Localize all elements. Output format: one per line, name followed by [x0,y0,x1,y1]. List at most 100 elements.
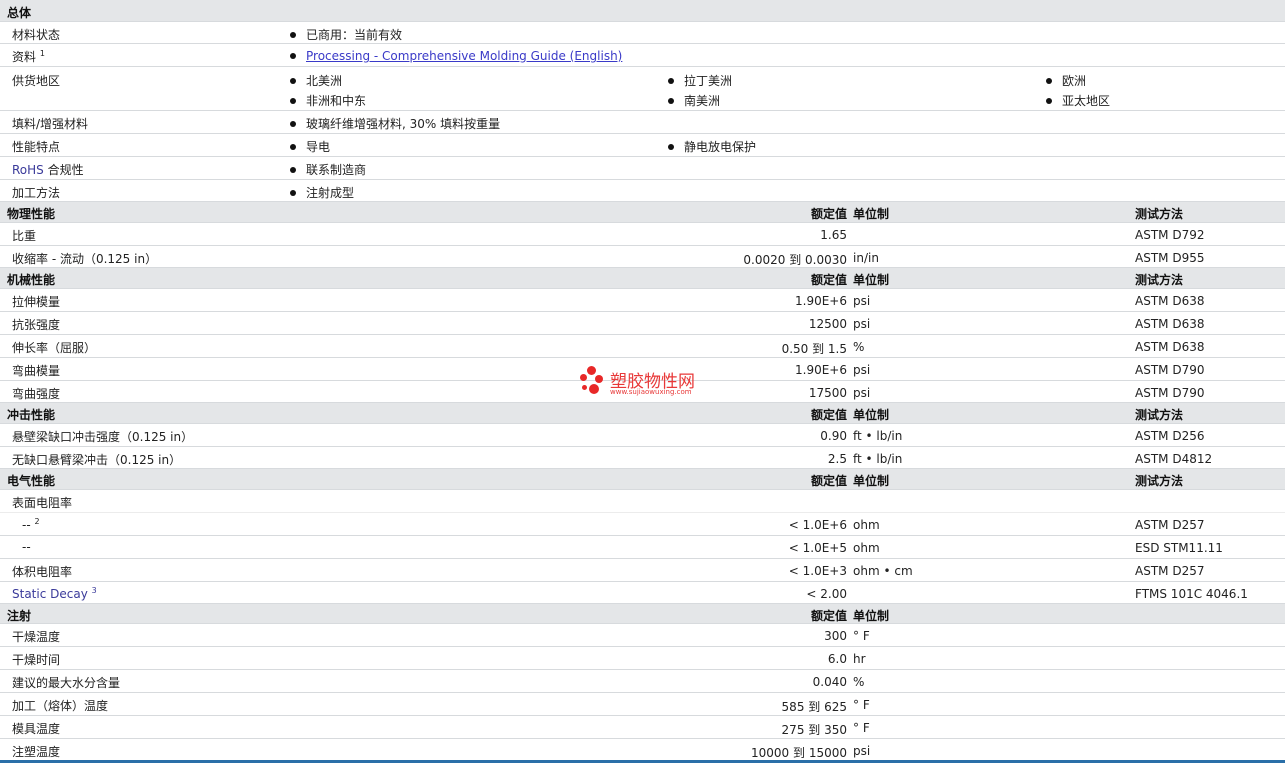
header-value: 额定值 [810,273,847,287]
bullet-icon [668,77,674,84]
list-item: Processing - Comprehensive Molding Guide… [290,49,622,63]
row-test: ASTM D955 [1135,251,1205,265]
row-value: 1.90E+6 [795,363,847,377]
row-label: 拉伸模量 [12,295,61,309]
row-value: 0.040 [812,675,847,689]
row-label: 弯曲模量 [12,364,61,378]
table-row: 悬壁梁缺口冲击强度（0.125 in） 0.90 ft • lb/in ASTM… [0,424,1285,447]
row-value: 17500 [808,386,847,400]
row-test: ESD STM11.11 [1135,541,1223,555]
table-row: 注塑温度 10000 到 15000 psi [0,739,1285,760]
row-label: 弯曲强度 [12,387,61,401]
row-unit: ft • lb/in [853,429,903,443]
list-item: 导电 [290,138,330,155]
general-row-status: 材料状态 已商用：当前有效 [0,22,1285,44]
row-test: ASTM D257 [1135,564,1205,578]
bullet-icon [290,166,296,173]
list-item: 非洲和中东 [290,92,366,109]
table-row: -- 2 < 1.0E+6 ohm ASTM D257 [0,513,1285,536]
bullet-icon [290,97,296,104]
list-item: 亚太地区 [1046,92,1110,109]
header-test: 测试方法 [1135,408,1184,422]
section-title: 注射 [7,609,32,623]
row-label: -- 2 [22,517,40,532]
row-unit: ° F [853,721,870,735]
row-unit: ° F [853,698,870,712]
list-item: 拉丁美洲 [668,72,732,89]
row-unit: psi [853,317,871,331]
section-title: 物理性能 [7,207,56,221]
row-unit: ohm [853,541,880,555]
row-label: 注塑温度 [12,745,61,759]
row-value: 275 到 350 [781,723,847,737]
row-value: 1.65 [820,228,847,242]
header-unit: 单位制 [853,474,890,488]
bullet-icon [290,143,296,150]
row-label: 供货地区 [12,74,61,88]
row-value: 1.90E+6 [795,294,847,308]
row-unit: psi [853,363,871,377]
row-label: RoHS 合规性 [12,163,84,177]
section-injection: 注射 额定值 单位制 [0,604,1285,624]
list-item: 已商用：当前有效 [290,26,402,43]
table-row: -- < 1.0E+5 ohm ESD STM11.11 [0,536,1285,559]
row-test: ASTM D257 [1135,518,1205,532]
row-value: 0.0020 到 0.0030 [743,253,847,267]
row-value: 2.5 [827,452,847,466]
header-test: 测试方法 [1135,273,1184,287]
section-electrical: 电气性能 额定值 单位制 测试方法 [0,469,1285,490]
table-row: 体积电阻率 < 1.0E+3 ohm • cm ASTM D257 [0,559,1285,582]
bullet-icon [290,77,296,84]
row-label: 干燥温度 [12,630,61,644]
row-test: FTMS 101C 4046.1 [1135,587,1248,601]
general-row-filler: 填料/增强材料 玻璃纤维增强材料, 30% 填料按重量 [0,111,1285,134]
row-value: < 2.00 [806,587,847,601]
table-row: Static Decay 3 < 2.00 FTMS 101C 4046.1 [0,582,1285,604]
row-value: 6.0 [827,652,847,666]
table-row: 模具温度 275 到 350 ° F [0,716,1285,739]
watermark-url: www.sujiaowuxing.com [610,388,692,396]
row-test: ASTM D256 [1135,429,1205,443]
row-label: 悬壁梁缺口冲击强度（0.125 in） [12,430,194,444]
section-general: 总体 [0,0,1285,22]
molding-guide-link[interactable]: Processing - Comprehensive Molding Guide… [306,49,622,63]
row-label[interactable]: Static Decay 3 [12,586,97,601]
list-item: 联系制造商 [290,161,366,178]
row-label: 性能特点 [12,140,61,154]
row-label: 体积电阻率 [12,565,73,579]
table-row: 伸长率（屈服） 0.50 到 1.5 % ASTM D638 [0,335,1285,358]
section-title: 电气性能 [7,474,56,488]
table-row: 无缺口悬臂梁冲击（0.125 in） 2.5 ft • lb/in ASTM D… [0,447,1285,469]
table-row: 抗张强度 12500 psi ASTM D638 [0,312,1285,335]
bullet-icon [290,189,296,196]
row-value: 300 [824,629,847,643]
list-item: 注射成型 [290,184,354,201]
list-item: 静电放电保护 [668,138,756,155]
row-test: ASTM D792 [1135,228,1205,242]
row-unit: ft • lb/in [853,452,903,466]
row-unit: psi [853,294,871,308]
row-value: < 1.0E+6 [788,518,847,532]
watermark-logo-dot [582,385,587,390]
bullet-icon [290,31,296,38]
row-test: ASTM D638 [1135,294,1205,308]
table-row: 表面电阻率 [0,490,1285,513]
section-physical: 物理性能 额定值 单位制 测试方法 [0,202,1285,223]
header-unit: 单位制 [853,273,890,287]
watermark-logo-dot [589,384,599,394]
row-value: 0.50 到 1.5 [781,342,847,356]
header-unit: 单位制 [853,207,890,221]
row-unit: % [853,340,865,354]
row-value: 585 到 625 [781,700,847,714]
header-test: 测试方法 [1135,474,1184,488]
rohs-link[interactable]: RoHS [12,163,44,177]
row-unit: ohm • cm [853,564,913,578]
row-test: ASTM D790 [1135,363,1205,377]
row-label: 表面电阻率 [12,496,73,510]
general-row-docs: 资料 1 Processing - Comprehensive Molding … [0,44,1285,67]
list-item: 南美洲 [668,92,720,109]
row-unit: % [853,675,865,689]
row-label: 模具温度 [12,722,61,736]
general-row-rohs: RoHS 合规性 联系制造商 [0,157,1285,180]
bullet-icon [1046,77,1052,84]
